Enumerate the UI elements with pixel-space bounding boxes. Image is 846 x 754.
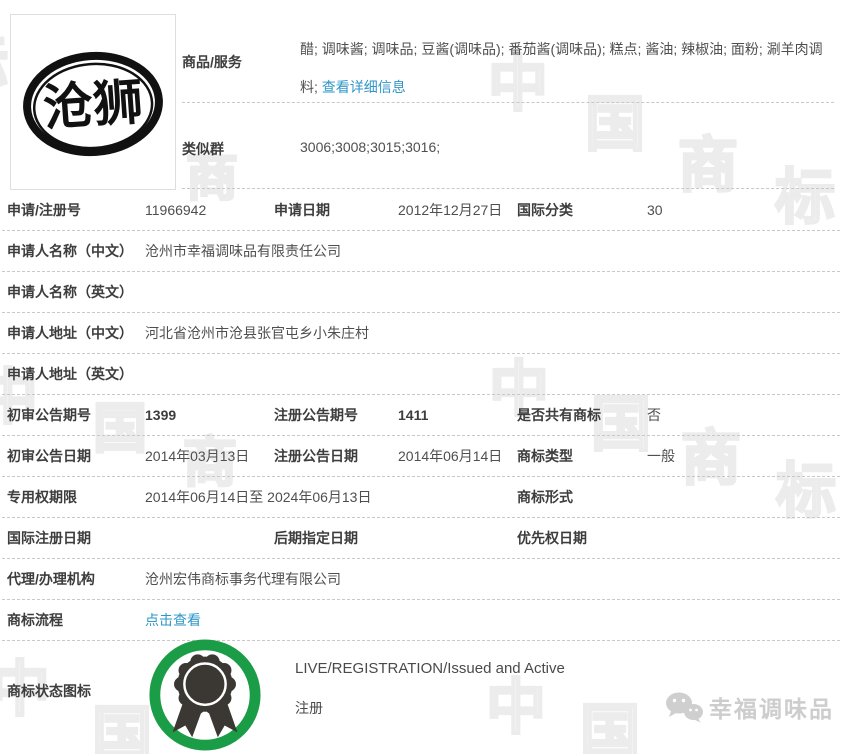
field-label: 初审公告日期 <box>7 448 91 464</box>
detail-row: 申请人地址（中文） 河北省沧州市沧县张官屯乡小朱庄村 <box>2 313 840 354</box>
status-text: LIVE/REGISTRATION/Issued and Active <box>295 660 565 677</box>
field-value: 11966942 <box>145 202 207 218</box>
field-label: 是否共有商标 <box>517 407 601 423</box>
separator <box>182 188 834 189</box>
field-value: 2014年03月13日 <box>145 448 250 464</box>
detail-row: 初审公告日期 2014年03月13日 注册公告日期 2014年06月14日 商标类型 一般 <box>2 436 840 477</box>
similar-group-label: 类似群 <box>182 141 224 157</box>
status-icon-label: 商标状态图标 <box>7 683 91 699</box>
field-label: 国际分类 <box>517 202 573 218</box>
field-label: 后期指定日期 <box>274 530 358 546</box>
trademark-status-row: 商标状态图标 LIVE/REGISTRATION/Issued and Acti… <box>0 630 846 754</box>
detail-row: 初审公告期号 1399 注册公告期号 1411 是否共有商标 否 <box>2 395 840 436</box>
field-label: 国际注册日期 <box>7 530 91 546</box>
trademark-image-box: 沧狮 <box>10 14 176 190</box>
detail-row: 国际注册日期 后期指定日期 优先权日期 <box>2 518 840 559</box>
goods-services-value: 醋; 调味酱; 调味品; 豆酱(调味品); 番茄酱(调味品); 糕点; 酱油; … <box>300 30 834 106</box>
field-value: 30 <box>647 202 663 218</box>
similar-group-value: 3006;3008;3015;3016; <box>300 139 441 155</box>
field-value: 1399 <box>145 407 177 423</box>
field-value: 否 <box>647 407 661 423</box>
field-label: 商标形式 <box>517 489 573 505</box>
field-label: 申请日期 <box>274 202 330 218</box>
field-value: 一般 <box>647 448 675 464</box>
field-value: 河北省沧州市沧县张官屯乡小朱庄村 <box>145 325 369 341</box>
trademark-detail-content: 沧狮 商品/服务 醋; 调味酱; 调味品; 豆酱(调味品); 番茄酱(调味品);… <box>0 0 846 754</box>
field-label: 申请人名称（英文） <box>7 284 133 300</box>
field-label: 代理/办理机构 <box>7 571 95 587</box>
field-value: 2014年06月14日至 2024年06月13日 <box>145 489 372 505</box>
award-ribbon-icon <box>149 639 261 751</box>
goods-detail-link[interactable]: 查看详细信息 <box>322 79 406 95</box>
trademark-logo-text: 沧狮 <box>41 74 145 137</box>
field-label: 申请人地址（英文） <box>7 366 133 382</box>
field-value: 2012年12月27日 <box>398 202 503 218</box>
detail-row: 申请人名称（英文） <box>2 272 840 313</box>
field-value: 1411 <box>398 407 429 423</box>
detail-row: 申请/注册号 11966942 申请日期 2012年12月27日 国际分类 30 <box>2 190 840 231</box>
field-label: 申请人名称（中文） <box>7 243 133 259</box>
field-value: 沧州市幸福调味品有限责任公司 <box>145 243 341 259</box>
trademark-detail-page: 标中国商标商中国商中国商标中国中国 沧狮 商品/服务 醋; 调味酱; 调味品; … <box>0 0 846 754</box>
field-label: 优先权日期 <box>517 530 587 546</box>
trademark-logo-image: 沧狮 <box>23 51 163 157</box>
detail-row: 代理/办理机构 沧州宏伟商标事务代理有限公司 <box>2 559 840 600</box>
status-text-cn: 注册 <box>295 700 323 716</box>
field-label: 注册公告期号 <box>274 407 358 423</box>
goods-services-label: 商品/服务 <box>182 54 242 70</box>
field-value: 沧州宏伟商标事务代理有限公司 <box>145 571 341 587</box>
process-view-link[interactable]: 点击查看 <box>145 610 201 630</box>
detail-rows: 申请/注册号 11966942 申请日期 2012年12月27日 国际分类 30 申请人名称… <box>2 190 840 641</box>
field-label: 初审公告期号 <box>7 407 91 423</box>
detail-row: 申请人地址（英文） <box>2 354 840 395</box>
separator <box>182 102 834 103</box>
field-label: 商标类型 <box>517 448 573 464</box>
field-label: 注册公告日期 <box>274 448 358 464</box>
detail-row: 专用权期限 2014年06月14日至 2024年06月13日 商标形式 <box>2 477 840 518</box>
field-label: 专用权期限 <box>7 489 77 505</box>
field-label: 商标流程 <box>7 612 63 628</box>
field-label: 申请/注册号 <box>7 202 81 218</box>
field-value: 2014年06月14日 <box>398 448 503 464</box>
detail-row: 申请人名称（中文） 沧州市幸福调味品有限责任公司 <box>2 231 840 272</box>
field-label: 申请人地址（中文） <box>7 325 133 341</box>
